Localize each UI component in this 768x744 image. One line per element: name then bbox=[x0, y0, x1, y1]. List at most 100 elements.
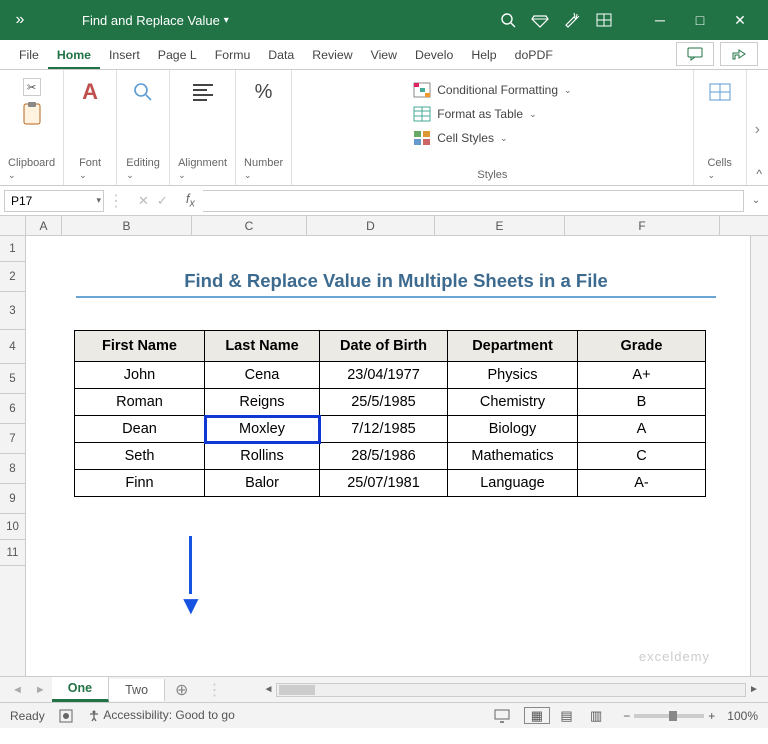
zoom-level[interactable]: 100% bbox=[727, 709, 758, 723]
tab-dopdf[interactable]: doPDF bbox=[506, 42, 562, 69]
row-header[interactable]: 7 bbox=[0, 424, 25, 454]
scroll-right-icon[interactable]: ► bbox=[746, 684, 762, 695]
cell-first-name[interactable]: Dean bbox=[75, 416, 205, 443]
cell-first-name[interactable]: John bbox=[75, 362, 205, 389]
cell-last-name[interactable]: Balor bbox=[205, 470, 320, 497]
cell-last-name[interactable]: Cena bbox=[205, 362, 320, 389]
cell-grade[interactable]: A+ bbox=[578, 362, 706, 389]
alignment-button[interactable] bbox=[185, 76, 221, 110]
font-button[interactable]: A bbox=[72, 76, 108, 110]
tab-review[interactable]: Review bbox=[303, 42, 361, 69]
ribbon-collapse-icon[interactable]: ^ bbox=[756, 167, 762, 181]
tab-view[interactable]: View bbox=[362, 42, 406, 69]
ink-icon[interactable] bbox=[556, 11, 588, 29]
cell-dob[interactable]: 25/07/1981 bbox=[320, 470, 448, 497]
tab-developer[interactable]: Develo bbox=[406, 42, 462, 69]
row-header[interactable]: 4 bbox=[0, 330, 25, 364]
close-button[interactable]: ✕ bbox=[720, 12, 760, 29]
tab-home[interactable]: Home bbox=[48, 42, 100, 69]
row-header[interactable]: 5 bbox=[0, 364, 25, 394]
tab-help[interactable]: Help bbox=[462, 42, 505, 69]
row-header[interactable]: 6 bbox=[0, 394, 25, 424]
minimize-button[interactable]: ─ bbox=[640, 12, 680, 28]
zoom-out-button[interactable]: − bbox=[623, 709, 630, 723]
cell-last-name[interactable]: Rollins bbox=[205, 443, 320, 470]
formula-input[interactable] bbox=[203, 190, 744, 212]
tab-file[interactable]: File bbox=[10, 42, 48, 69]
cell-last-name-selected[interactable]: Moxley bbox=[205, 416, 320, 443]
title-dropdown-icon[interactable]: ▾ bbox=[224, 15, 229, 26]
zoom-slider[interactable] bbox=[634, 714, 704, 718]
cell-department[interactable]: Mathematics bbox=[448, 443, 578, 470]
cell-department[interactable]: Biology bbox=[448, 416, 578, 443]
sheet-tab-two[interactable]: Two bbox=[109, 679, 165, 701]
cell-first-name[interactable]: Finn bbox=[75, 470, 205, 497]
cell-first-name[interactable]: Seth bbox=[75, 443, 205, 470]
new-sheet-button[interactable]: ⊕ bbox=[165, 680, 198, 700]
display-settings-icon[interactable] bbox=[494, 709, 510, 723]
cell-dob[interactable]: 7/12/1985 bbox=[320, 416, 448, 443]
col-header-e[interactable]: E bbox=[435, 216, 565, 235]
row-header[interactable]: 3 bbox=[0, 292, 25, 330]
tab-formulas[interactable]: Formu bbox=[206, 42, 260, 69]
cell-grade[interactable]: A- bbox=[578, 470, 706, 497]
header-last-name[interactable]: Last Name bbox=[205, 331, 320, 362]
tab-data[interactable]: Data bbox=[259, 42, 303, 69]
comments-button[interactable] bbox=[676, 42, 714, 66]
tab-page-layout[interactable]: Page L bbox=[149, 42, 206, 69]
row-header[interactable]: 11 bbox=[0, 540, 25, 566]
premium-icon[interactable] bbox=[524, 12, 556, 28]
header-grade[interactable]: Grade bbox=[578, 331, 706, 362]
quick-access-expand-icon[interactable]: » bbox=[8, 11, 32, 29]
horizontal-scrollbar[interactable]: ◄ ► bbox=[260, 682, 762, 698]
col-header-d[interactable]: D bbox=[307, 216, 435, 235]
maximize-button[interactable]: □ bbox=[680, 12, 720, 28]
cells-area[interactable]: Find & Replace Value in Multiple Sheets … bbox=[26, 236, 750, 676]
row-header[interactable]: 1 bbox=[0, 236, 25, 262]
cells-button[interactable] bbox=[702, 76, 738, 110]
header-dob[interactable]: Date of Birth bbox=[320, 331, 448, 362]
select-all-corner[interactable] bbox=[0, 216, 26, 235]
fx-icon[interactable]: fx bbox=[182, 191, 199, 210]
paste-button[interactable]: ✂ bbox=[14, 76, 50, 132]
cell-grade[interactable]: B bbox=[578, 389, 706, 416]
col-header-f[interactable]: F bbox=[565, 216, 720, 235]
cell-department[interactable]: Physics bbox=[448, 362, 578, 389]
page-layout-view-icon[interactable]: ▤ bbox=[553, 707, 579, 724]
normal-view-icon[interactable]: ▦ bbox=[524, 707, 550, 724]
row-header[interactable]: 8 bbox=[0, 454, 25, 484]
scroll-left-icon[interactable]: ◄ bbox=[260, 684, 276, 695]
col-header-c[interactable]: C bbox=[192, 216, 307, 235]
row-header[interactable]: 2 bbox=[0, 262, 25, 292]
search-icon[interactable] bbox=[492, 12, 524, 28]
tab-nav-prev-icon[interactable]: ◄ bbox=[6, 684, 29, 696]
cell-grade[interactable]: C bbox=[578, 443, 706, 470]
cell-dob[interactable]: 25/5/1985 bbox=[320, 389, 448, 416]
cell-dob[interactable]: 28/5/1986 bbox=[320, 443, 448, 470]
cell-first-name[interactable]: Roman bbox=[75, 389, 205, 416]
tab-nav-next-icon[interactable]: ► bbox=[29, 684, 52, 696]
header-department[interactable]: Department bbox=[448, 331, 578, 362]
page-break-view-icon[interactable]: ▥ bbox=[583, 707, 609, 724]
share-button[interactable] bbox=[720, 42, 758, 66]
app-window-icon[interactable] bbox=[588, 13, 620, 27]
confirm-formula-icon[interactable]: ✓ bbox=[157, 193, 168, 209]
header-first-name[interactable]: First Name bbox=[75, 331, 205, 362]
name-box[interactable]: P17 ▾ bbox=[4, 190, 104, 212]
cell-department[interactable]: Chemistry bbox=[448, 389, 578, 416]
col-header-b[interactable]: B bbox=[62, 216, 192, 235]
vertical-scrollbar[interactable] bbox=[750, 236, 768, 676]
conditional-formatting-button[interactable]: Conditional Formatting ⌄ bbox=[407, 80, 577, 100]
cut-icon[interactable]: ✂ bbox=[23, 78, 41, 96]
cancel-formula-icon[interactable]: ✕ bbox=[138, 193, 149, 209]
zoom-in-button[interactable]: + bbox=[708, 709, 715, 723]
cell-department[interactable]: Language bbox=[448, 470, 578, 497]
tab-insert[interactable]: Insert bbox=[100, 42, 149, 69]
sheet-tab-one[interactable]: One bbox=[52, 677, 109, 702]
name-box-dropdown-icon[interactable]: ▾ bbox=[96, 195, 101, 206]
cell-grade[interactable]: A bbox=[578, 416, 706, 443]
accessibility-status[interactable]: Accessibility: Good to go bbox=[87, 708, 235, 723]
cell-dob[interactable]: 23/04/1977 bbox=[320, 362, 448, 389]
number-button[interactable]: % bbox=[246, 76, 282, 110]
editing-button[interactable] bbox=[125, 76, 161, 110]
